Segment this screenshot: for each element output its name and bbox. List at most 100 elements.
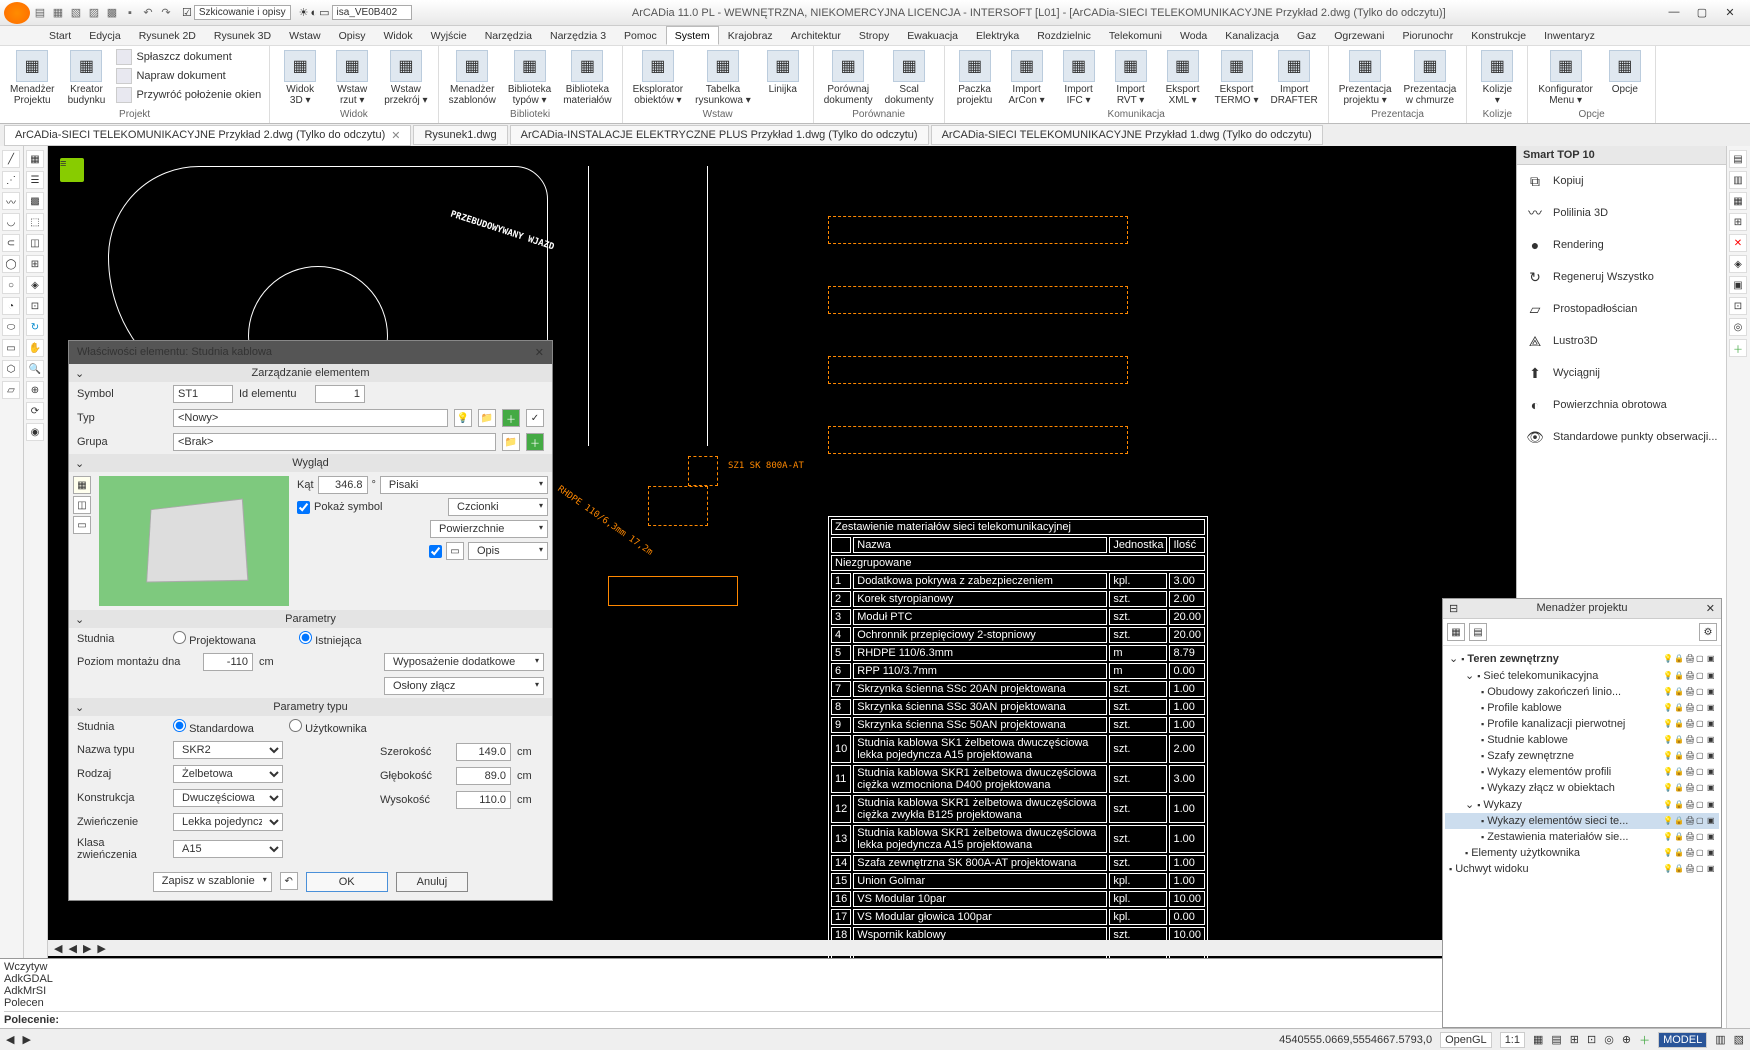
ribbon-tab[interactable]: Pomoc bbox=[615, 26, 666, 45]
tool-icon[interactable]: ◫ bbox=[26, 234, 44, 252]
tree-node[interactable]: ⌄▪Wykazy💡🔒🖨▢▣ bbox=[1445, 796, 1719, 813]
dialog-close-icon[interactable]: ✕ bbox=[535, 346, 544, 359]
smart-item[interactable]: 〰Polilinia 3D bbox=[1517, 197, 1726, 229]
ribbon-button[interactable]: ▦Eksploratorobiektów ▾ bbox=[629, 48, 688, 108]
minimize-icon[interactable]: — bbox=[1666, 6, 1682, 19]
layer-combo[interactable]: isa_VE0B402 bbox=[332, 5, 412, 20]
kind-select[interactable]: Żelbetowa bbox=[173, 765, 283, 783]
width-input[interactable] bbox=[456, 743, 511, 761]
depth-input[interactable] bbox=[456, 767, 511, 785]
tool-icon[interactable]: ▦ bbox=[1729, 192, 1747, 210]
checkbox-icon[interactable]: ☑ bbox=[182, 6, 192, 19]
ribbon-small-button[interactable]: Spłaszcz dokument bbox=[114, 48, 263, 66]
status-icon[interactable]: ＋ bbox=[1639, 1032, 1650, 1048]
smart-item[interactable]: ⟁Lustro3D bbox=[1517, 325, 1726, 357]
ribbon-tab[interactable]: Narzędzia 3 bbox=[541, 26, 615, 45]
hscroll[interactable]: ◀◀▶▶ bbox=[48, 940, 1516, 956]
tool-icon[interactable]: ▭ bbox=[2, 339, 20, 357]
icon-button[interactable]: 💡 bbox=[454, 409, 472, 427]
ribbon-tab[interactable]: Architektur bbox=[782, 26, 850, 45]
model-button[interactable]: MODEL bbox=[1658, 1032, 1707, 1048]
tree-node[interactable]: ▪Zestawienia materiałów sie...💡🔒🖨▢▣ bbox=[1445, 829, 1719, 845]
save-template-button[interactable]: Zapisz w szablonie bbox=[153, 872, 272, 892]
ribbon-tab[interactable]: Narzędzia bbox=[476, 26, 541, 45]
qat-icon[interactable]: ▩ bbox=[104, 5, 120, 21]
angle-input[interactable] bbox=[318, 476, 368, 494]
std-radio[interactable] bbox=[173, 719, 186, 732]
tool-icon[interactable]: ⊞ bbox=[1729, 213, 1747, 231]
tool-icon[interactable]: 🔍 bbox=[26, 360, 44, 378]
icon-button[interactable]: ✓ bbox=[526, 409, 544, 427]
add-icon[interactable]: ＋ bbox=[526, 433, 544, 451]
tool-icon[interactable]: ⬡ bbox=[2, 360, 20, 378]
icon-button[interactable]: 📁 bbox=[502, 433, 520, 451]
maximize-icon[interactable]: ▢ bbox=[1694, 6, 1710, 19]
ribbon-button[interactable]: ▦Wstawrzut ▾ bbox=[328, 48, 376, 108]
ucs-icon[interactable]: ≡ bbox=[60, 158, 84, 182]
ribbon-button[interactable]: ▦Opcje bbox=[1601, 48, 1649, 97]
ribbon-tab[interactable]: Inwentaryz bbox=[1535, 26, 1604, 45]
smart-item[interactable]: ⧉Kopiuj bbox=[1517, 165, 1726, 197]
tool-icon[interactable]: ☰ bbox=[26, 171, 44, 189]
expand-icon[interactable]: ⌄ bbox=[75, 367, 84, 380]
ribbon-button[interactable]: ▦ImportDRAFTER bbox=[1267, 48, 1322, 108]
command-area[interactable]: Wczytyw AdkGDAL AdkMrSI Polecen Poleceni… bbox=[0, 958, 1450, 1028]
ribbon-button[interactable]: ▦Linijka bbox=[759, 48, 807, 97]
qat-icon[interactable]: ◐ bbox=[310, 7, 317, 19]
view-icon[interactable]: ▦ bbox=[73, 476, 91, 494]
ribbon-button[interactable]: ▦Widok3D ▾ bbox=[276, 48, 324, 108]
tool-icon[interactable]: ⬚ bbox=[26, 213, 44, 231]
ribbon-button[interactable]: ▦ImportArCon ▾ bbox=[1003, 48, 1051, 108]
ribbon-small-button[interactable]: Przywróć położenie okien bbox=[114, 86, 263, 104]
tool-icon[interactable]: ◔ bbox=[2, 297, 20, 315]
smart-item[interactable]: ⬆Wyciągnij bbox=[1517, 357, 1726, 389]
qat-icon[interactable]: ▤ bbox=[32, 5, 48, 21]
document-tab[interactable]: ArCADia-SIECI TELEKOMUNIKACYJNE Przykład… bbox=[4, 125, 411, 146]
desc-dropdown[interactable]: Opis bbox=[468, 542, 548, 560]
ribbon-button[interactable]: ▦Bibliotekamateriałów bbox=[559, 48, 615, 108]
ribbon-button[interactable]: ▦Paczkaprojektu bbox=[951, 48, 999, 108]
ribbon-tab[interactable]: Opisy bbox=[330, 26, 375, 45]
tree-node[interactable]: ▪Uchwyt widoku💡🔒🖨▢▣ bbox=[1445, 861, 1719, 877]
tool-icon[interactable]: ◈ bbox=[1729, 255, 1747, 273]
status-button[interactable]: OpenGL bbox=[1440, 1032, 1492, 1048]
view-icon[interactable]: ▭ bbox=[73, 516, 91, 534]
status-icon[interactable]: ⊕ bbox=[1622, 1033, 1631, 1046]
tool-icon[interactable]: ⊡ bbox=[1729, 297, 1747, 315]
ribbon-button[interactable]: ▦EksportXML ▾ bbox=[1159, 48, 1207, 108]
ribbon-button[interactable]: ▦Porównajdokumenty bbox=[820, 48, 877, 108]
tree-node[interactable]: ▪Profile kanalizacji pierwotnej💡🔒🖨▢▣ bbox=[1445, 716, 1719, 732]
tree-node[interactable]: ▪Wykazy złącz w obiektach💡🔒🖨▢▣ bbox=[1445, 780, 1719, 796]
group-input[interactable] bbox=[173, 433, 496, 451]
tool-icon[interactable]: ⊂ bbox=[2, 234, 20, 252]
ribbon-tab[interactable]: Wstaw bbox=[280, 26, 330, 45]
ribbon-tab[interactable]: Piorunochr bbox=[1393, 26, 1462, 45]
pmgr-tool-icon[interactable]: ▦ bbox=[1447, 623, 1465, 641]
tool-icon[interactable]: ◈ bbox=[26, 276, 44, 294]
tool-icon[interactable]: ▱ bbox=[2, 381, 20, 399]
status-icon[interactable]: ◎ bbox=[1604, 1033, 1614, 1046]
equip-dropdown[interactable]: Wyposażenie dodatkowe bbox=[384, 653, 544, 671]
smart-item[interactable]: ▱Prostopadłościan bbox=[1517, 293, 1726, 325]
expand-icon[interactable]: ⌄ bbox=[75, 457, 84, 470]
status-icon[interactable]: ▦ bbox=[1533, 1033, 1543, 1046]
tool-icon[interactable]: 〰 bbox=[2, 192, 20, 210]
covers-dropdown[interactable]: Osłony złącz bbox=[384, 677, 544, 695]
class-select[interactable]: A15 bbox=[173, 840, 283, 858]
smart-item[interactable]: ◐Powierzchnia obrotowa bbox=[1517, 389, 1726, 421]
tool-icon[interactable]: ○ bbox=[2, 276, 20, 294]
ribbon-tab[interactable]: Wyjście bbox=[422, 26, 476, 45]
tree-node[interactable]: ▪Wykazy elementów profili💡🔒🖨▢▣ bbox=[1445, 764, 1719, 780]
ribbon-tab[interactable]: Woda bbox=[1171, 26, 1216, 45]
pens-dropdown[interactable]: Pisaki bbox=[380, 476, 548, 494]
ribbon-button[interactable]: ▦Scaldokumenty bbox=[881, 48, 938, 108]
type-input[interactable] bbox=[173, 409, 448, 427]
level-input[interactable] bbox=[203, 653, 253, 671]
ribbon-tab[interactable]: Stropy bbox=[850, 26, 898, 45]
cancel-button[interactable]: Anuluj bbox=[396, 872, 469, 892]
user-radio[interactable] bbox=[289, 719, 302, 732]
symbol-input[interactable] bbox=[173, 385, 233, 403]
pmgr-tool-icon[interactable]: ▤ bbox=[1469, 623, 1487, 641]
tool-icon[interactable]: ▤ bbox=[1729, 150, 1747, 168]
qat-icon[interactable]: ☀ bbox=[299, 6, 309, 19]
